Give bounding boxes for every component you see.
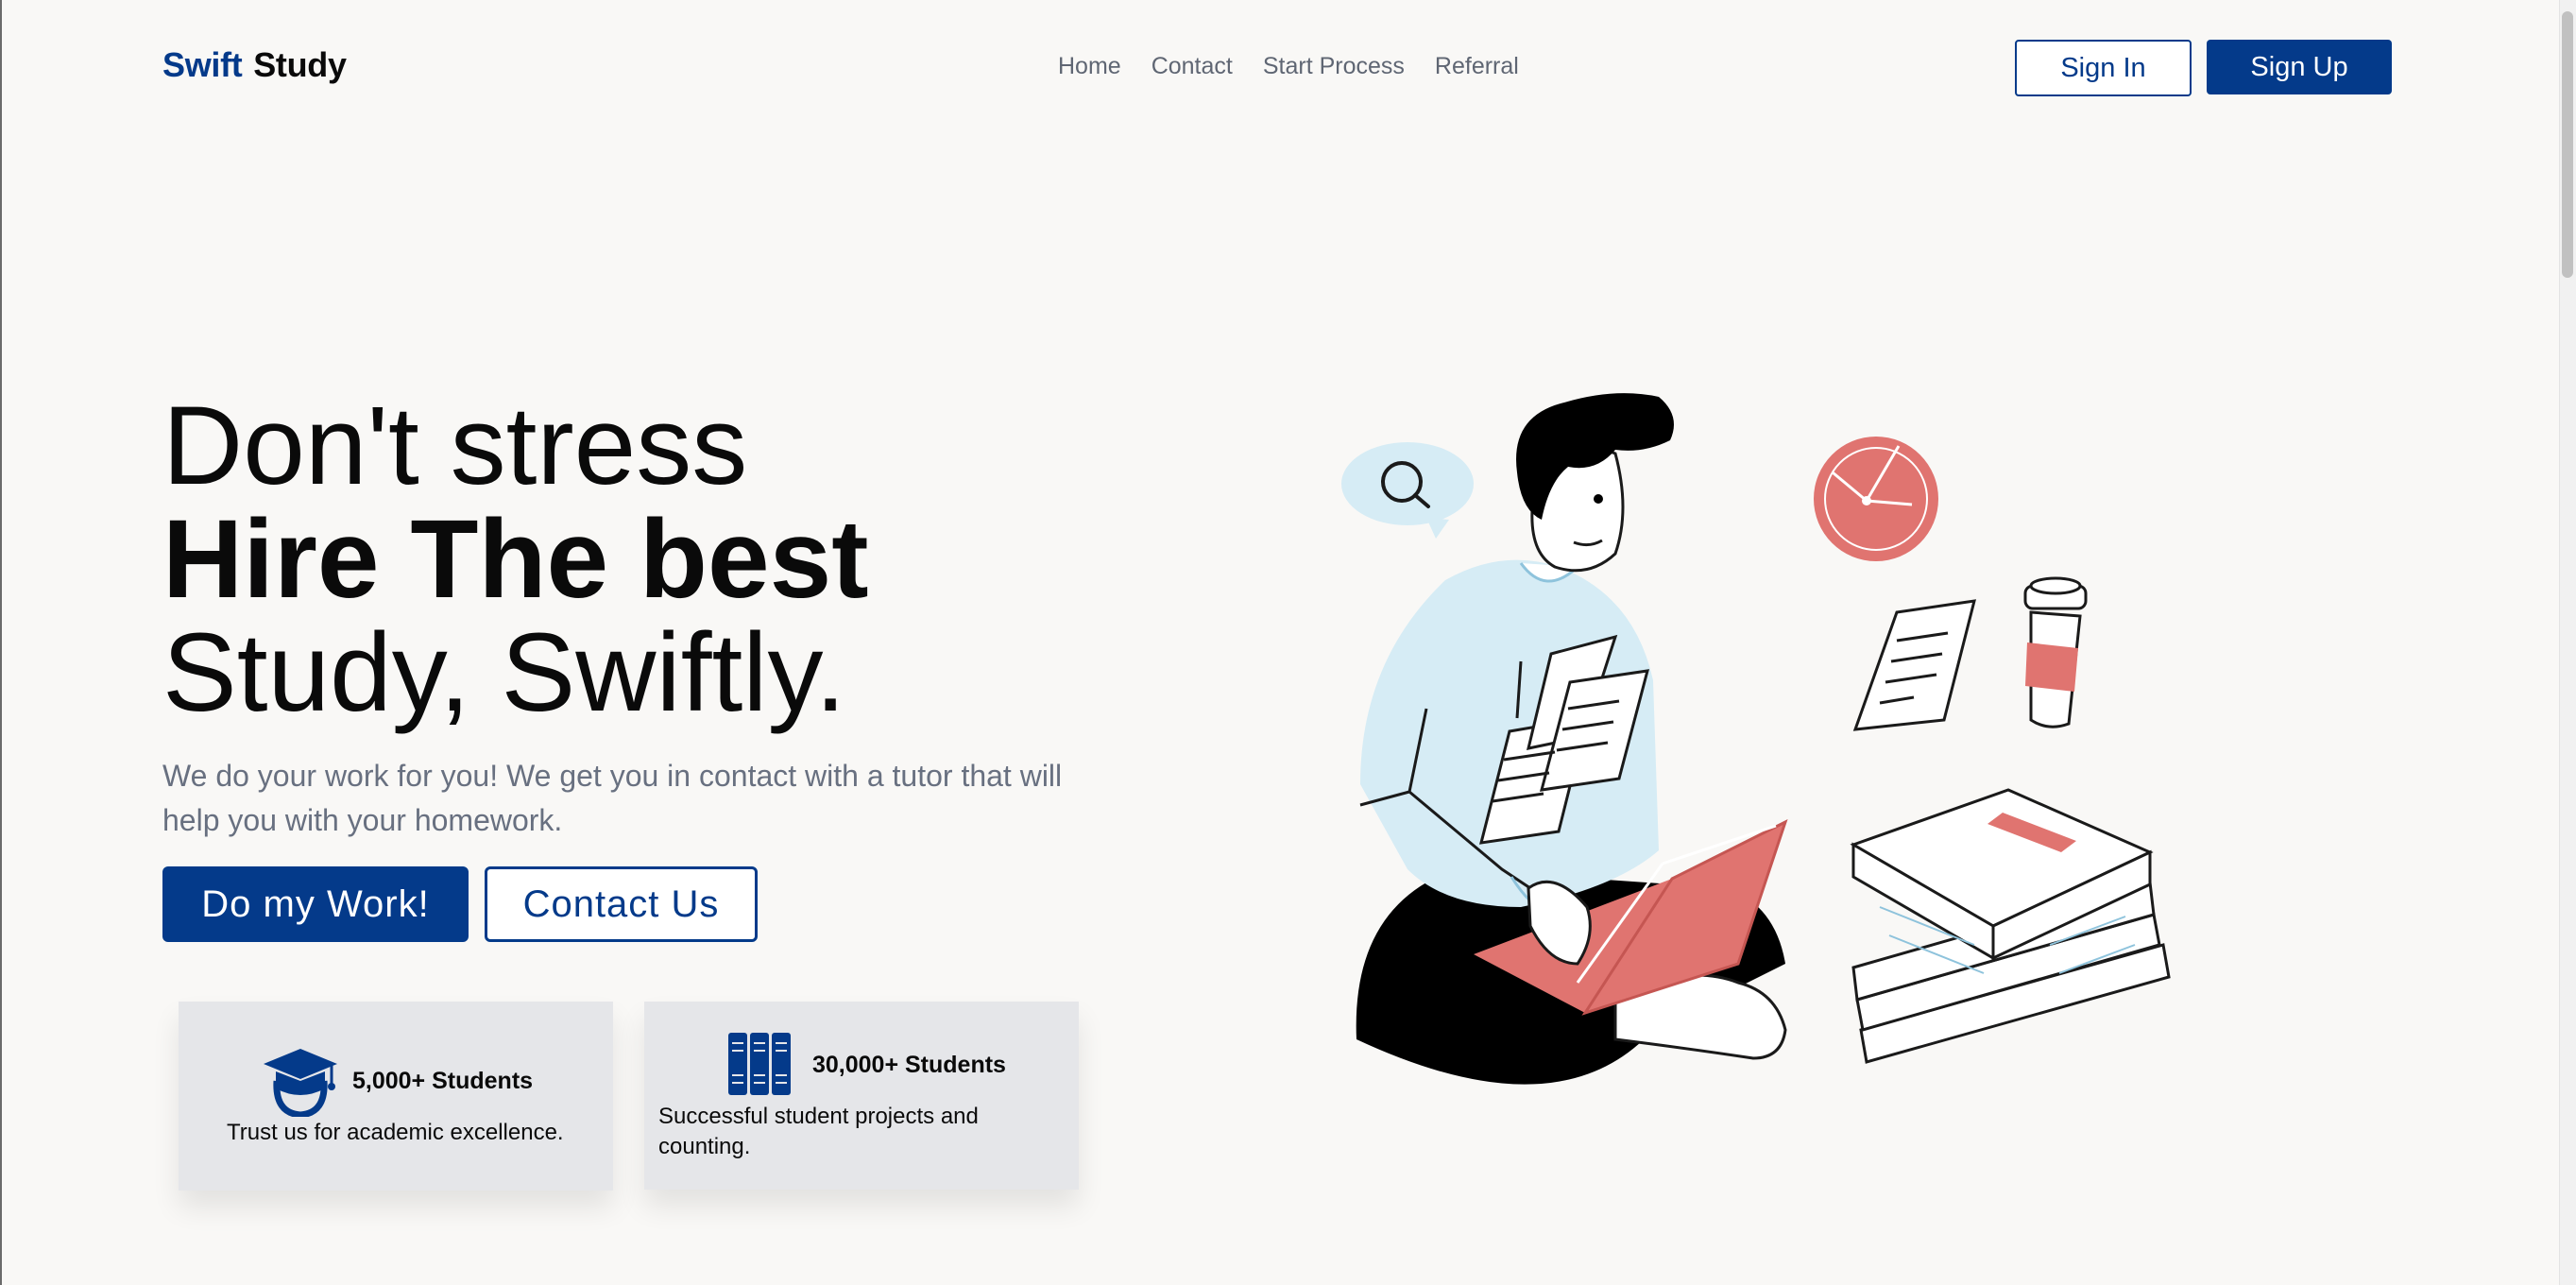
scrollbar-thumb[interactable]: [2562, 11, 2573, 278]
nav-link-referral[interactable]: Referral: [1435, 53, 1519, 80]
nav-link-start-process[interactable]: Start Process: [1263, 53, 1405, 80]
stat-title: 5,000+ Students: [352, 1068, 534, 1094]
nav-link-home[interactable]: Home: [1058, 53, 1121, 80]
site-header: Swift Study Home Contact Start Process R…: [162, 40, 2392, 96]
hero-line-1: Don't stress: [162, 384, 748, 508]
window-edge: [0, 0, 2, 1285]
brand-logo[interactable]: Swift Study: [162, 45, 347, 85]
stat-description: Successful student projects and counting…: [658, 1104, 979, 1159]
contact-us-button[interactable]: Contact Us: [485, 866, 758, 942]
sign-in-button[interactable]: Sign In: [2015, 40, 2192, 96]
hero-line-3: Study, Swiftly.: [162, 610, 846, 735]
hero-subtext: We do your work for you! We get you in c…: [162, 759, 1063, 837]
graduation-cap-icon: [264, 1049, 337, 1117]
main-nav: Home Contact Start Process Referral: [1058, 53, 1519, 80]
stat-description: Trust us for academic excellence.: [227, 1120, 564, 1145]
books-icon: [728, 1033, 791, 1095]
search-bubble-icon: [1341, 442, 1474, 539]
student-studying-illustration: [1341, 393, 2171, 1085]
sign-up-button[interactable]: Sign Up: [2207, 40, 2392, 94]
stat-card-projects: 30,000+ Students Successful student proj…: [644, 1002, 1079, 1190]
hero-line-2: Hire The best: [162, 497, 869, 622]
stat-card-students: 5,000+ Students Trust us for academic ex…: [179, 1002, 613, 1191]
stat-title: 30,000+ Students: [812, 1052, 1006, 1078]
document-icon: [1852, 599, 1977, 731]
coffee-cup-icon: [2023, 576, 2088, 728]
brand-name-part1: Swift: [162, 45, 243, 84]
books-stack-icon: [1850, 788, 2171, 1064]
do-my-work-button[interactable]: Do my Work!: [162, 866, 469, 942]
hero-headline: Don't stress Hire The best Study, Swiftl…: [162, 389, 1107, 729]
nav-link-contact[interactable]: Contact: [1152, 53, 1233, 80]
brand-name-part2: Study: [253, 45, 347, 84]
scrollbar[interactable]: [2559, 0, 2576, 1285]
clock-icon: [1814, 437, 1938, 561]
